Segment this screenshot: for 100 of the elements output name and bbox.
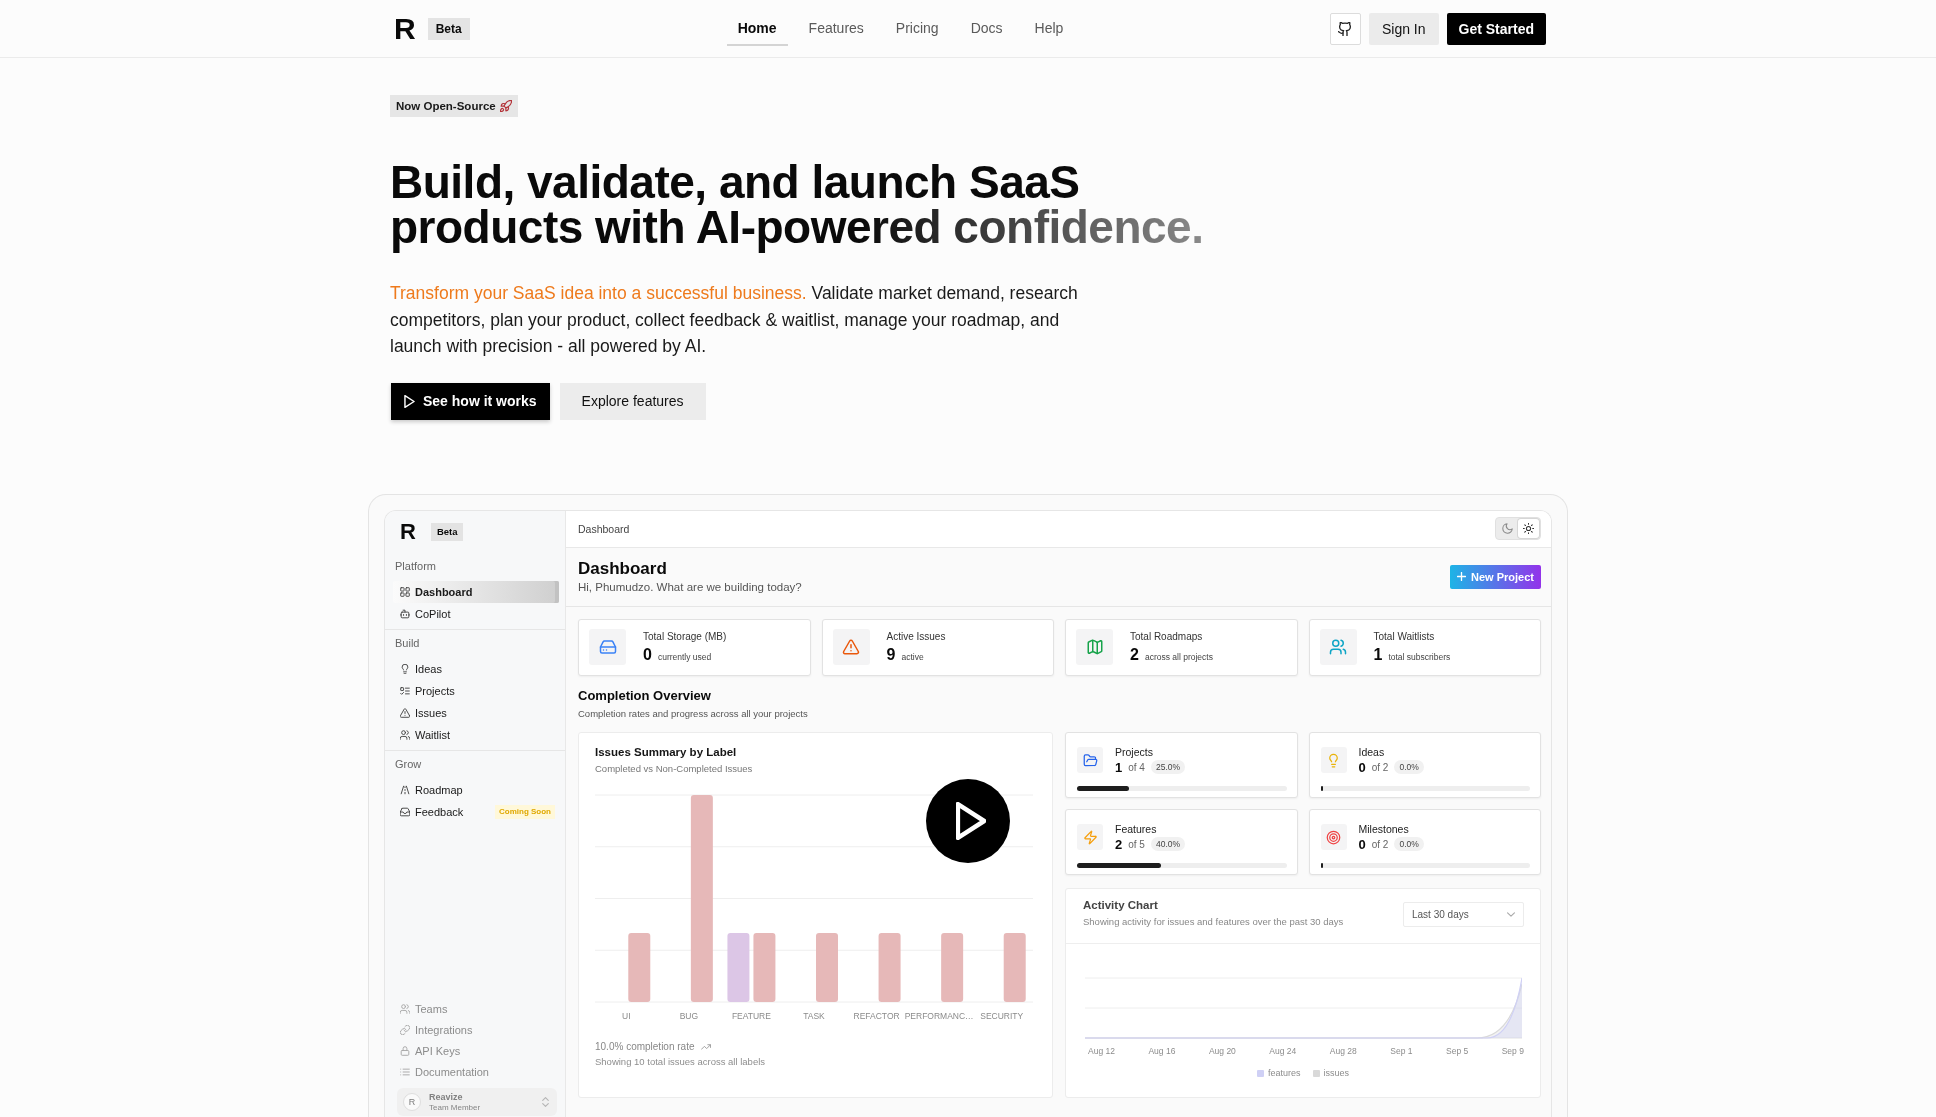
robot-icon [400, 608, 410, 619]
x-axis-label: FEATURE [731, 1010, 771, 1021]
sun-icon [1523, 523, 1534, 534]
link-icon [400, 1024, 410, 1035]
get-started-button[interactable]: Get Started [1446, 12, 1546, 45]
grid-icon [400, 586, 410, 597]
nav-tab[interactable]: Pricing [884, 11, 950, 46]
lightbulb-icon [400, 663, 410, 674]
range-select[interactable]: Last 30 days [1403, 901, 1524, 927]
x-axis-label: TASK [803, 1010, 825, 1021]
warning-icon [832, 629, 870, 665]
sidebar-group-label: Platform [394, 558, 437, 574]
users-icon [400, 729, 410, 740]
user-name: Reavize [429, 1091, 464, 1103]
card-title: Issues Summary by Label [595, 744, 738, 759]
page-title: Dashboard [578, 559, 668, 579]
moon-icon [1502, 523, 1513, 534]
progress-count: 0 [1358, 836, 1366, 852]
play-icon [404, 394, 415, 408]
sidebar-item[interactable]: Ideas [393, 657, 559, 680]
avatar: R [403, 1093, 421, 1111]
logo[interactable]: R [390, 13, 415, 44]
nav-tab[interactable]: Home [726, 11, 788, 46]
x-axis-label: Aug 24 [1269, 1045, 1297, 1057]
map-icon [1076, 629, 1113, 665]
x-axis-label: PERFORMANC… [904, 1010, 974, 1021]
inbox-icon [400, 806, 410, 817]
progress-total: of 2 [1371, 761, 1389, 773]
announcement-badge[interactable]: Now Open-Source [390, 95, 518, 117]
sidebar-item[interactable]: Feedback [393, 800, 495, 823]
x-axis-label: SECURITY [980, 1010, 1024, 1021]
progress-total: of 4 [1128, 761, 1145, 773]
progress-title: Ideas [1358, 745, 1386, 759]
light-mode-button[interactable] [1518, 519, 1539, 538]
sidebar-item[interactable]: Projects [393, 679, 559, 702]
sidebar-group-label: Build [394, 635, 421, 651]
lightning-icon [1077, 824, 1103, 850]
progress-count: 0 [1358, 759, 1366, 775]
user-role: Team Member [429, 1102, 481, 1113]
sidebar-item[interactable]: CoPilot [393, 602, 559, 625]
card-subtitle: Showing activity for issues and features over the past 30 days [1083, 915, 1344, 928]
sidebar-item[interactable]: Waitlist [393, 723, 559, 746]
page-subtitle: Hi, Phumudzo. What are we building today? [578, 580, 802, 594]
card-subtitle: Completed vs Non-Completed Issues [595, 762, 754, 775]
new-project-button[interactable]: New Project [1450, 564, 1541, 589]
rocket-icon [499, 100, 512, 112]
stat-value: 2 [1130, 645, 1139, 664]
see-how-it-works-button[interactable]: See how it works [391, 382, 550, 420]
nav-tab[interactable]: Docs [959, 11, 1014, 46]
stat-value: 9 [886, 645, 896, 664]
stat-caption: currently used [657, 651, 712, 662]
progress-total: of 2 [1371, 838, 1389, 850]
lock-icon [400, 1045, 410, 1056]
user-card[interactable]: R Reavize Team Member [397, 1088, 557, 1116]
legend-label: features [1267, 1067, 1301, 1079]
nav-tab[interactable]: Features [797, 11, 875, 46]
stat-caption: across all projects [1144, 651, 1213, 662]
x-axis-label: Aug 12 [1088, 1045, 1115, 1057]
x-axis-label: Sep 9 [1501, 1045, 1524, 1057]
progress-title: Projects [1115, 745, 1154, 759]
percent-pill: 0.0% [1394, 760, 1424, 774]
progress-total: of 5 [1128, 838, 1145, 850]
legend-label: issues [1323, 1067, 1349, 1079]
sidebar-item[interactable]: Roadmap [393, 778, 559, 801]
stat-value: 1 [1373, 645, 1383, 664]
stat-title: Total Roadmaps [1130, 630, 1204, 643]
x-axis-label: REFACTOR [853, 1010, 900, 1021]
beta-badge: Beta [430, 522, 464, 541]
sign-in-button[interactable]: Sign In [1368, 12, 1439, 45]
stat-caption: total subscribers [1388, 651, 1451, 662]
logo[interactable]: R [400, 520, 416, 543]
icon-button[interactable] [1329, 12, 1361, 45]
explore-features-button[interactable]: Explore features [559, 382, 706, 420]
x-axis-label: Aug 28 [1329, 1045, 1357, 1057]
sidebar-item[interactable]: Dashboard [393, 580, 559, 603]
section-subtitle: Completion rates and progress across all your projects [578, 707, 809, 720]
target-icon [1320, 824, 1347, 850]
road-icon [400, 784, 410, 795]
stat-title: Active Issues [886, 630, 946, 643]
list-icon [400, 1066, 410, 1077]
breadcrumb: Dashboard [578, 522, 630, 535]
folder-icon [1077, 747, 1103, 773]
stat-value: 0 [643, 645, 652, 664]
chevrons-icon [542, 1097, 549, 1107]
x-axis-label: BUG [679, 1010, 699, 1021]
sidebar-item[interactable]: Issues [393, 701, 559, 724]
stat-title: Total Storage (MB) [643, 630, 727, 643]
nav-tab[interactable]: Help [1023, 11, 1075, 46]
percent-pill: 25.0% [1150, 760, 1186, 774]
progress-count: 2 [1115, 836, 1123, 852]
completion-rate: 10.0% completion rate [595, 1040, 695, 1053]
checklist-icon [400, 685, 410, 696]
sidebar-group-label: Grow [394, 756, 423, 772]
x-axis-label: Sep 5 [1446, 1045, 1469, 1057]
card-title: Activity Chart [1083, 897, 1159, 912]
drive-icon [589, 629, 626, 665]
hero-description: Transform your SaaS idea into a successful business. Validate market demand, research competitors, plan your product, collect feedback & waitlist, manage your roadmap, and launch with precision - all powered by AI. [390, 282, 1079, 358]
stat-caption: active [901, 651, 924, 662]
chart-note: Showing 10 total issues across all labels [595, 1055, 767, 1068]
users-icon [400, 1003, 410, 1014]
